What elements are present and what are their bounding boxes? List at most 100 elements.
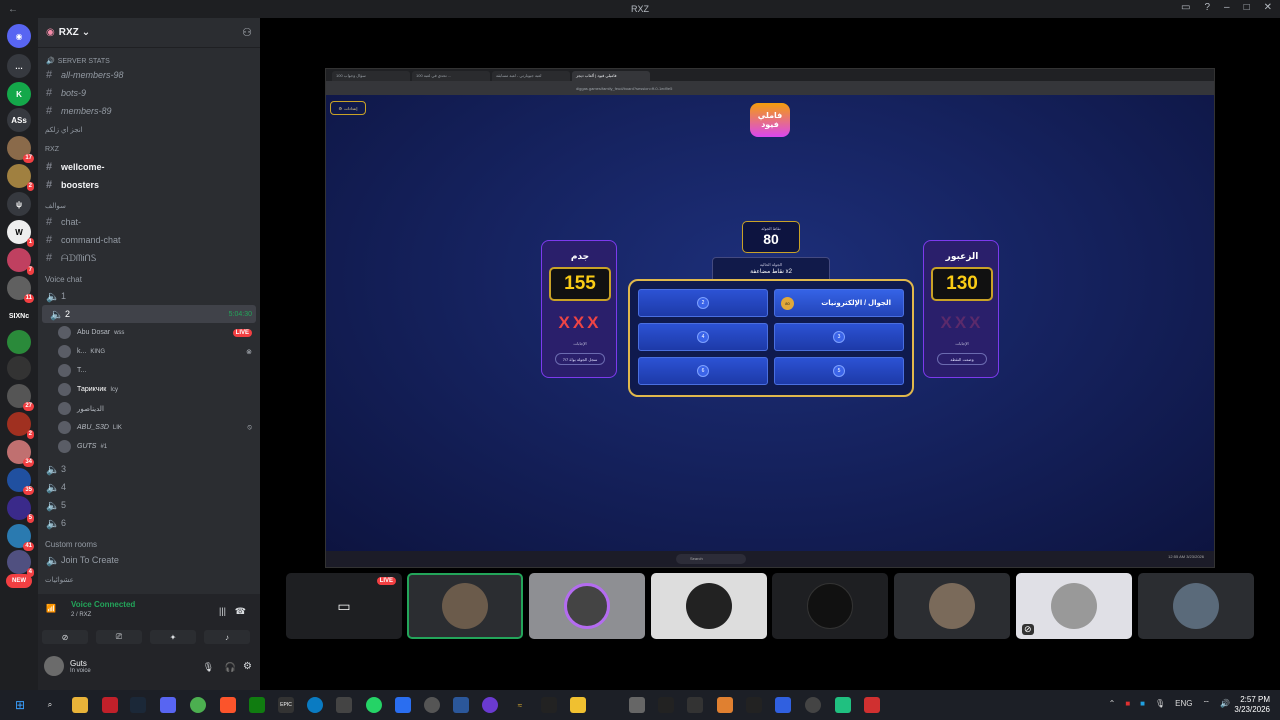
server-icon[interactable] [7, 356, 31, 380]
browser-tab[interactable]: تحدي في لعبة 100 ... [412, 71, 490, 81]
voice-user[interactable]: Тарикчик Icy [58, 380, 258, 399]
server-icon[interactable]: ψ [7, 192, 31, 216]
epic-games-icon[interactable]: EPIC [278, 697, 294, 713]
whatsapp-icon[interactable] [366, 697, 382, 713]
noise-suppression-icon[interactable]: ||| [219, 606, 226, 616]
channel-admins[interactable]: # ᗩᗪᗰᎥᑎᏚ [38, 249, 260, 267]
server-icon-dm[interactable]: … [7, 54, 31, 78]
help-icon[interactable]: ? [1204, 2, 1210, 13]
headphones-icon[interactable]: 🎧 [225, 662, 236, 673]
file-explorer-icon[interactable] [72, 697, 88, 713]
server-header[interactable]: ◉ RXZ ⌄ ⚇ [38, 18, 260, 48]
category-arabic-1[interactable]: انجز اي زلكم [45, 126, 83, 134]
app-icon[interactable] [102, 697, 118, 713]
channel-members[interactable]: # members-89 [38, 102, 260, 120]
voice-channel-1[interactable]: 🔈 1 [38, 287, 260, 305]
edge-icon[interactable] [307, 697, 323, 713]
maximize-icon[interactable]: □ [1244, 2, 1250, 13]
app-icon[interactable] [775, 697, 791, 713]
voice-channel-join-to-create[interactable]: 🔈 Join To Create [38, 551, 260, 569]
rockstar-icon[interactable] [658, 697, 674, 713]
server-icon[interactable]: 5 [7, 496, 34, 523]
settings-button[interactable]: ⚙ إعدادات [330, 101, 366, 115]
windows-start-icon[interactable]: ⊞ [12, 697, 28, 713]
app-icon[interactable] [805, 697, 821, 713]
server-icon[interactable]: 7 [7, 248, 34, 275]
answer-tile[interactable]: 3 [774, 323, 904, 351]
inbox-icon[interactable]: ▭ [1181, 2, 1190, 13]
app-icon[interactable] [629, 697, 645, 713]
voice-user[interactable]: ABU_S3D LIK ⦸ [58, 418, 258, 437]
user-panel[interactable]: Guts In voice [44, 656, 91, 676]
server-icon[interactable]: 2 [7, 164, 34, 191]
category-voice-chat[interactable]: Voice chat [45, 275, 82, 284]
participant-tile[interactable]: ⊘ [1016, 573, 1132, 639]
answer-tile[interactable]: 4 [638, 323, 768, 351]
microphone-icon[interactable]: 🎙 [203, 662, 214, 673]
category-custom-rooms[interactable]: Custom rooms [45, 540, 97, 549]
voice-channel-3[interactable]: 🔈 3 [38, 460, 260, 478]
server-icon[interactable] [7, 330, 31, 354]
channel-chat[interactable]: # chat- [38, 213, 260, 231]
taskbar-clock[interactable]: 2:57 PM 3/23/2026 [1234, 695, 1270, 715]
participant-tile[interactable] [894, 573, 1010, 639]
wifi-icon[interactable]: ⌔ [1203, 699, 1211, 709]
capcut-icon[interactable] [746, 697, 762, 713]
store-icon[interactable] [336, 697, 352, 713]
gear-icon[interactable]: ⚙ [243, 661, 252, 672]
server-icon-ass[interactable]: ASs [7, 108, 31, 132]
brave-icon[interactable] [220, 697, 236, 713]
soundboard-button[interactable]: ♪ [204, 630, 250, 644]
voice-user[interactable]: GUTS #1 [58, 437, 258, 456]
answer-tile-revealed[interactable]: 80 الجوال / الإلكترونيات [774, 289, 904, 317]
chrome-icon[interactable] [190, 697, 206, 713]
stream-tile[interactable]: ▭ LIVE [286, 573, 402, 639]
disconnect-icon[interactable]: ☎ [235, 606, 246, 617]
minimize-icon[interactable]: – [1224, 2, 1230, 13]
shared-browser-window[interactable]: 100 سؤال وجواب تحدي في لعبة 100 ... لعبة… [325, 68, 1215, 568]
category-rxz[interactable]: RXZ [45, 146, 59, 153]
server-icon[interactable]: 34 [7, 440, 34, 467]
app-icon[interactable] [570, 697, 586, 713]
team-action-button[interactable]: وضعت النقطة [937, 353, 987, 365]
participant-tile[interactable] [1138, 573, 1254, 639]
voice-user[interactable]: k... KING ⊗ [58, 342, 258, 361]
participant-tile[interactable] [529, 573, 645, 639]
server-icon[interactable]: 35 [7, 468, 34, 495]
server-icon[interactable]: 4 [7, 550, 34, 577]
app-icon[interactable] [864, 697, 880, 713]
camera-button[interactable]: ⊘ [42, 630, 88, 644]
voice-user[interactable]: الديناصور [58, 399, 258, 418]
voice-channel-5[interactable]: 🔈 5 [38, 496, 260, 514]
category-arabic-2[interactable]: سوالف [45, 202, 66, 210]
voice-channel-2[interactable]: 🔈 2 5:04:30 [42, 305, 256, 323]
browser-tab[interactable]: 100 سؤال وجواب [332, 71, 410, 81]
answer-tile[interactable]: 2 [638, 289, 768, 317]
chevron-up-icon[interactable]: ⌃ [1109, 699, 1116, 709]
channel-command-chat[interactable]: # command-chat [38, 231, 260, 249]
app-icon[interactable] [482, 697, 498, 713]
app-icon[interactable] [687, 697, 703, 713]
category-arabic-3[interactable]: عشوائيات [45, 576, 74, 584]
xbox-icon[interactable] [249, 697, 265, 713]
answer-tile[interactable]: 6 [638, 357, 768, 385]
server-icon[interactable]: W1 [7, 220, 34, 247]
volume-icon[interactable]: 🔊 [1220, 699, 1230, 709]
app-icon[interactable]: ≈ [512, 697, 528, 713]
steam-icon[interactable] [130, 697, 146, 713]
channel-all-members[interactable]: # all-members-98 [38, 66, 260, 84]
answer-tile[interactable]: 5 [774, 357, 904, 385]
server-icon[interactable]: 2 [7, 412, 34, 439]
server-icon-sixnc[interactable]: SIXNc [7, 304, 31, 328]
close-icon[interactable]: ✕ [1264, 2, 1272, 13]
invite-people-icon[interactable]: ⚇ [242, 26, 252, 39]
app-icon[interactable] [835, 697, 851, 713]
voice-user[interactable]: T... [58, 361, 258, 380]
app-icon[interactable] [424, 697, 440, 713]
activities-button[interactable]: ✦ [150, 630, 196, 644]
voice-user[interactable]: Abu Dosar wss LIVE [58, 323, 258, 342]
channel-wellcome[interactable]: # wellcome- [38, 158, 260, 176]
app-tray-icon[interactable]: ■ [1125, 699, 1130, 709]
search-icon[interactable]: ⌕ [42, 697, 58, 713]
app-icon[interactable] [541, 697, 557, 713]
